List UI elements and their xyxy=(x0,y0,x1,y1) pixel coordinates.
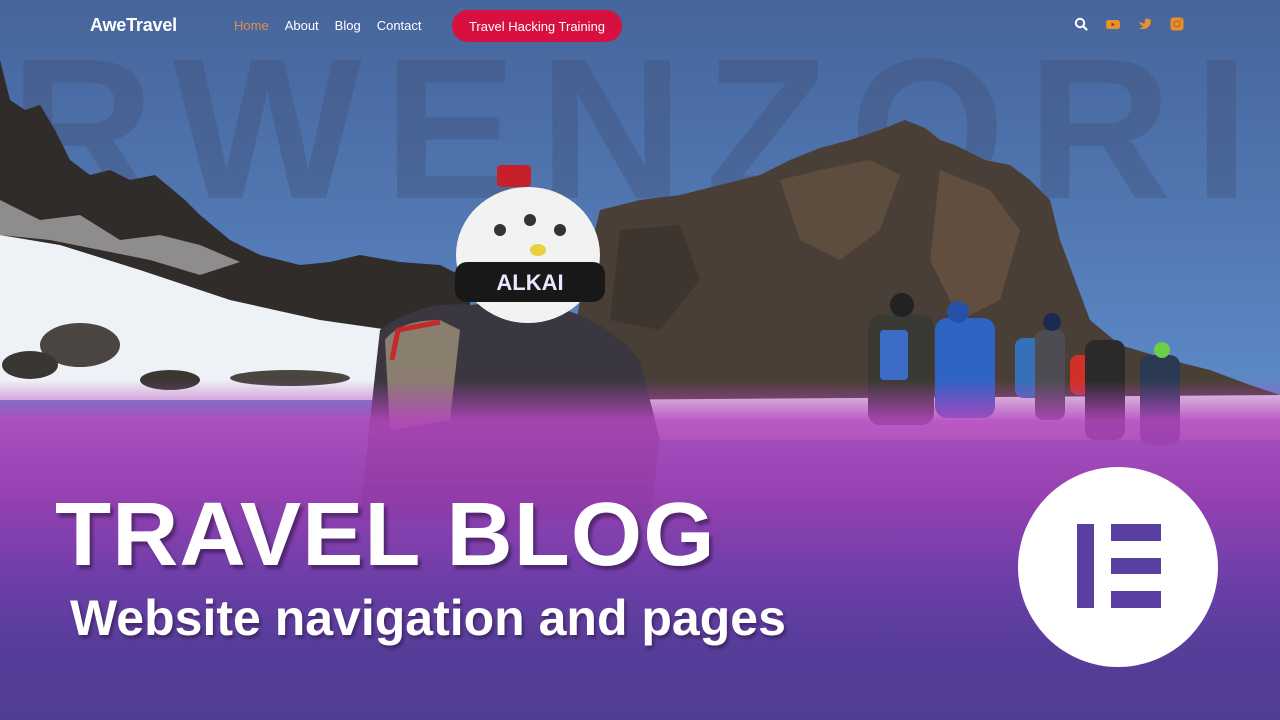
thumbnail-subtitle: Website navigation and pages xyxy=(70,590,786,646)
thumbnail-title: TRAVEL BLOG xyxy=(55,485,716,585)
menu-item-contact[interactable]: Contact xyxy=(377,18,422,33)
elementor-logo-icon xyxy=(1018,467,1218,667)
youtube-icon[interactable] xyxy=(1106,17,1120,31)
travel-hacking-training-button[interactable]: Travel Hacking Training xyxy=(452,10,622,42)
elementor-logo-top-bar xyxy=(1111,524,1161,541)
main-menu: Home About Blog Contact xyxy=(234,18,422,33)
site-logo[interactable]: AweTravel xyxy=(90,15,177,36)
search-icon[interactable] xyxy=(1074,17,1088,31)
menu-item-about[interactable]: About xyxy=(285,18,319,33)
site-navbar: AweTravel Home About Blog Contact Travel… xyxy=(0,0,1280,52)
helmet-label: ALKAI xyxy=(496,270,563,295)
instagram-icon[interactable] xyxy=(1170,17,1184,31)
elementor-logo-middle-bar xyxy=(1111,558,1161,574)
twitter-icon[interactable] xyxy=(1138,17,1152,31)
menu-item-blog[interactable]: Blog xyxy=(335,18,361,33)
menu-item-home[interactable]: Home xyxy=(234,18,269,33)
header-icons xyxy=(1074,17,1184,31)
elementor-logo-bottom-bar xyxy=(1111,591,1161,608)
elementor-logo-vertical-bar xyxy=(1077,524,1094,608)
